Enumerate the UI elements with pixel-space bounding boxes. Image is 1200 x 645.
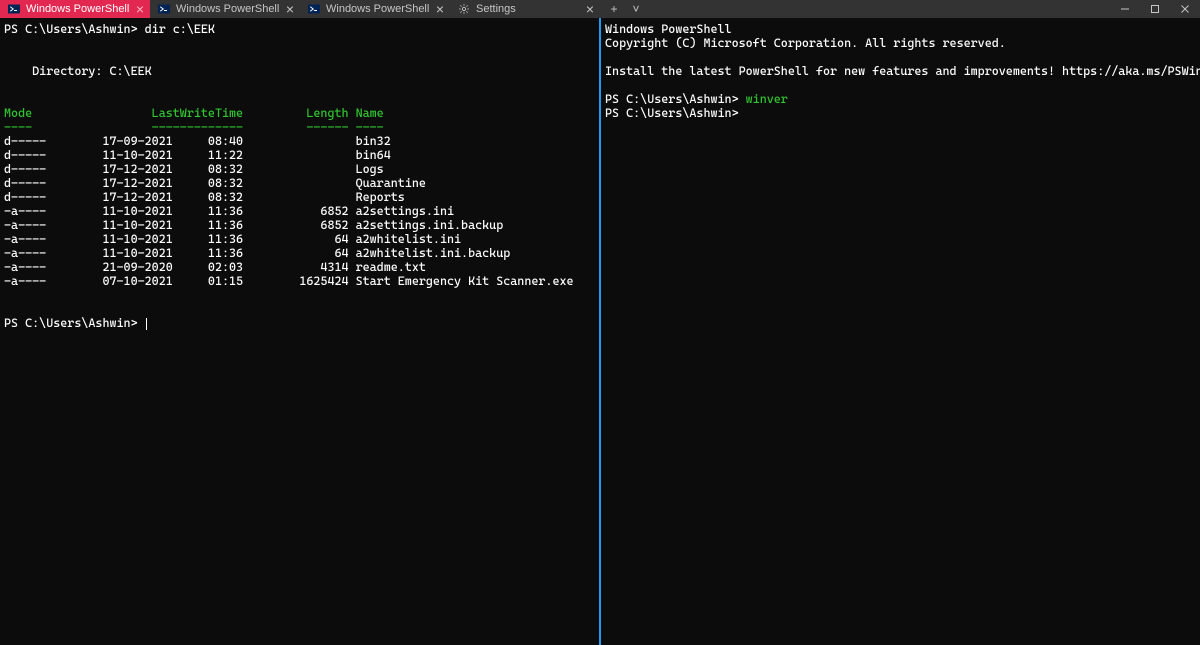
terminal-pane-right[interactable]: Windows PowerShell Copyright (C) Microso… — [601, 18, 1200, 645]
close-icon[interactable]: × — [286, 2, 294, 16]
table-row: -a---- 11-10-2021 11:36 64 a2whitelist.i… — [4, 246, 510, 260]
tab-dropdown-button[interactable]: ˅ — [626, 0, 646, 18]
gear-icon — [458, 3, 470, 15]
minimize-button[interactable] — [1110, 0, 1140, 18]
tab-powershell-1[interactable]: Windows PowerShell × — [0, 0, 150, 18]
window-controls — [1110, 0, 1200, 18]
prompt: PS C:\Users\Ashwin> — [4, 22, 138, 36]
close-window-button[interactable] — [1170, 0, 1200, 18]
output-line: Install the latest PowerShell for new fe… — [605, 64, 1200, 78]
tabbar-actions: + ˅ — [600, 0, 646, 18]
table-row: d----- 17-12-2021 08:32 Logs — [4, 162, 384, 176]
cursor — [146, 318, 147, 330]
table-row: d----- 17-09-2021 08:40 bin32 — [4, 134, 391, 148]
table-row: d----- 17-12-2021 08:32 Reports — [4, 190, 405, 204]
prompt: PS C:\Users\Ashwin> — [605, 106, 739, 120]
close-icon[interactable]: × — [136, 2, 144, 16]
powershell-icon — [308, 3, 320, 15]
output-line: Windows PowerShell — [605, 22, 732, 36]
close-icon[interactable]: × — [586, 2, 594, 16]
maximize-button[interactable] — [1140, 0, 1170, 18]
table-row: d----- 11-10-2021 11:22 bin64 — [4, 148, 391, 162]
close-icon[interactable]: × — [436, 2, 444, 16]
command-text: winver — [746, 92, 788, 106]
chevron-down-icon: ˅ — [632, 2, 639, 16]
powershell-icon — [8, 3, 20, 15]
table-row: d----- 17-12-2021 08:32 Quarantine — [4, 176, 426, 190]
table-row: -a---- 11-10-2021 11:36 6852 a2settings.… — [4, 204, 454, 218]
tab-powershell-2[interactable]: Windows PowerShell × — [150, 0, 300, 18]
tab-label: Windows PowerShell — [326, 3, 442, 15]
tab-settings[interactable]: Settings × — [450, 0, 600, 18]
plus-icon: + — [610, 2, 617, 16]
table-row: -a---- 21-09-2020 02:03 4314 readme.txt — [4, 260, 426, 274]
table-row: -a---- 11-10-2021 11:36 6852 a2settings.… — [4, 218, 503, 232]
directory-header: Directory: C:\EEK — [4, 64, 152, 78]
tab-label: Settings — [476, 3, 592, 15]
prompt: PS C:\Users\Ashwin> — [4, 316, 138, 330]
tab-powershell-3[interactable]: Windows PowerShell × — [300, 0, 450, 18]
prompt: PS C:\Users\Ashwin> — [605, 92, 739, 106]
new-tab-button[interactable]: + — [604, 0, 624, 18]
tab-label: Windows PowerShell — [26, 3, 142, 15]
output-line: Copyright (C) Microsoft Corporation. All… — [605, 36, 1006, 50]
tab-bar: Windows PowerShell × Windows PowerShell … — [0, 0, 1200, 18]
table-header: Mode LastWriteTime Length Name — [4, 106, 384, 120]
table-header-underline: ---- ------------- ------ ---- — [4, 120, 384, 134]
table-row: -a---- 11-10-2021 11:36 64 a2whitelist.i… — [4, 232, 461, 246]
table-row: -a---- 07-10-2021 01:15 1625424 Start Em… — [4, 274, 574, 288]
powershell-icon — [158, 3, 170, 15]
terminal-panes: PS C:\Users\Ashwin> dir c:\EEK Directory… — [0, 18, 1200, 645]
terminal-pane-left[interactable]: PS C:\Users\Ashwin> dir c:\EEK Directory… — [0, 18, 601, 645]
command-text: dir c:\EEK — [145, 22, 215, 36]
tab-label: Windows PowerShell — [176, 3, 292, 15]
